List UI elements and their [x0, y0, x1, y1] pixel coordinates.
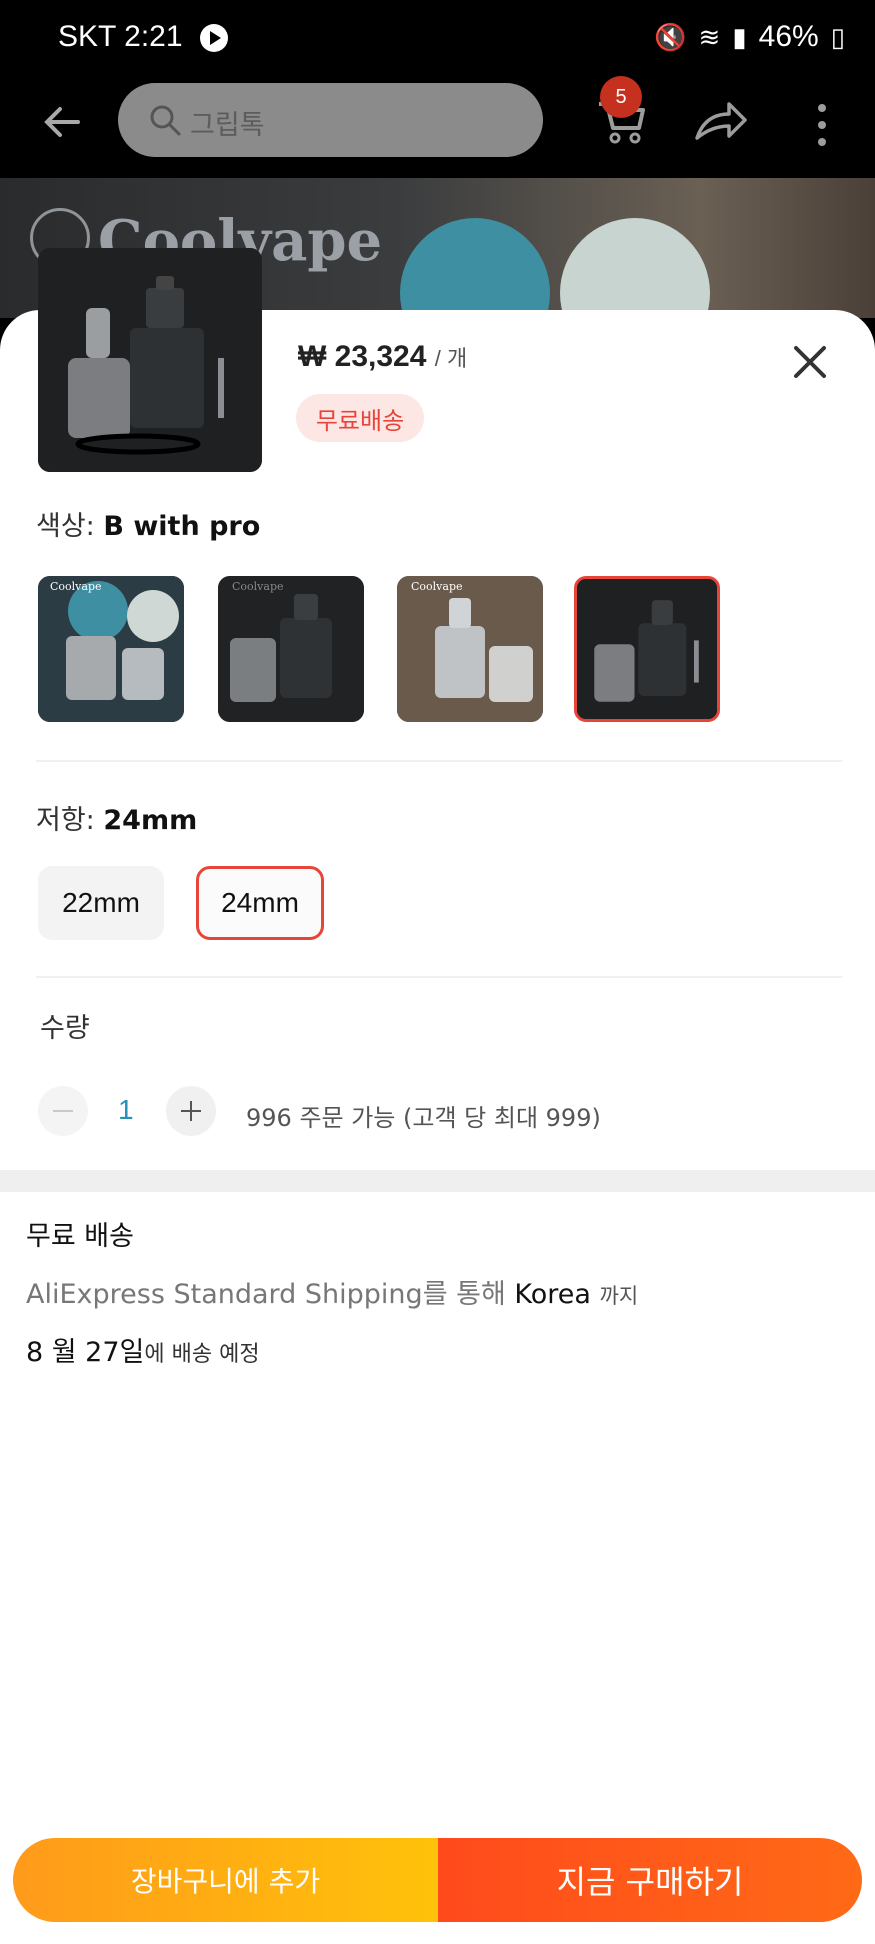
quantity-decrease-button[interactable]: [38, 1086, 88, 1136]
shipping-date: 8 월 27일: [26, 1337, 145, 1368]
close-icon[interactable]: [790, 342, 830, 382]
size-option-22mm[interactable]: 22mm: [38, 866, 164, 940]
shipping-title: 무료 배송: [26, 1221, 134, 1252]
quantity-label: 수량: [40, 1013, 90, 1044]
search-icon: [150, 105, 181, 136]
resistance-label: 저항:: [36, 805, 95, 836]
color-label-row: 색상: B with pro: [36, 504, 260, 543]
shipping-method-line: AliExpress Standard Shipping를 통해 Korea 까…: [26, 1272, 638, 1311]
media-play-icon: [200, 24, 228, 52]
battery-icon: ▯: [830, 21, 845, 52]
shipping-destination: Korea: [514, 1279, 591, 1310]
color-option-3[interactable]: Coolvape: [397, 576, 543, 722]
quantity-value[interactable]: 1: [118, 1094, 134, 1126]
shipping-destination-suffix: 까지: [599, 1284, 639, 1308]
share-icon[interactable]: [693, 98, 749, 146]
size-option-24mm[interactable]: 24mm: [196, 866, 324, 940]
shipping-method-suffix: 를 통해: [422, 1279, 506, 1310]
app-header: 그립톡 5: [0, 76, 875, 178]
wifi-icon: ≋: [698, 21, 721, 52]
section-divider: [36, 976, 842, 978]
search-input[interactable]: 그립톡: [118, 83, 543, 157]
search-placeholder: 그립톡: [190, 110, 265, 141]
product-atomizer-image: [38, 248, 262, 472]
quantity-availability-note: 996 주문 가능 (고객 당 최대 999): [246, 1104, 601, 1132]
shipping-date-suffix: 에 배송 예정: [144, 1342, 260, 1367]
color-label: 색상:: [36, 511, 95, 542]
swatch-brand: Coolvape: [50, 580, 102, 593]
section-divider: [36, 760, 842, 762]
quantity-increase-button[interactable]: [166, 1086, 216, 1136]
selected-product-thumbnail: [38, 248, 262, 472]
section-separator-band: [0, 1170, 875, 1192]
color-option-1[interactable]: Coolvape: [38, 576, 184, 722]
battery-level: 46%: [758, 20, 819, 53]
swatch-brand: Coolvape: [232, 580, 284, 593]
swatch-image: Coolvape: [218, 576, 364, 722]
cart-count-badge: 5: [600, 76, 642, 118]
swatch-brand: Coolvape: [411, 580, 463, 593]
shipping-method: AliExpress Standard Shipping: [26, 1279, 423, 1310]
swatch-image: [577, 579, 717, 719]
status-icons: 🔇 ≋ ▮ 46% ▯: [654, 20, 845, 54]
buy-now-button[interactable]: 지금 구매하기: [438, 1838, 862, 1922]
back-arrow-icon[interactable]: [38, 98, 86, 146]
swatch-image: Coolvape: [397, 576, 543, 722]
status-bar: SKT 2:21 🔇 ≋ ▮ 46% ▯: [0, 0, 875, 78]
color-selected-value: B with pro: [103, 511, 261, 542]
price-value: ₩ 23,324: [298, 340, 427, 373]
more-vertical-icon[interactable]: [812, 100, 832, 150]
add-to-cart-button[interactable]: 장바구니에 추가: [13, 1838, 438, 1922]
status-time: SKT 2:21: [58, 20, 183, 53]
shipping-date-line: 8 월 27일에 배송 예정: [26, 1330, 260, 1369]
signal-icon: ▮: [732, 21, 747, 52]
price-unit: / 개: [434, 346, 468, 371]
mute-icon: 🔇: [654, 21, 687, 52]
color-option-2[interactable]: Coolvape: [218, 576, 364, 722]
free-shipping-badge: 무료배송: [296, 394, 424, 442]
resistance-label-row: 저항: 24mm: [36, 798, 197, 837]
hero-decor-disc: [400, 218, 550, 318]
swatch-image: Coolvape: [38, 576, 184, 722]
color-option-4[interactable]: [574, 576, 720, 722]
price-text: ₩ 23,324 / 개: [298, 340, 467, 374]
resistance-selected-value: 24mm: [103, 805, 198, 836]
hero-decor-disc: [560, 218, 710, 318]
